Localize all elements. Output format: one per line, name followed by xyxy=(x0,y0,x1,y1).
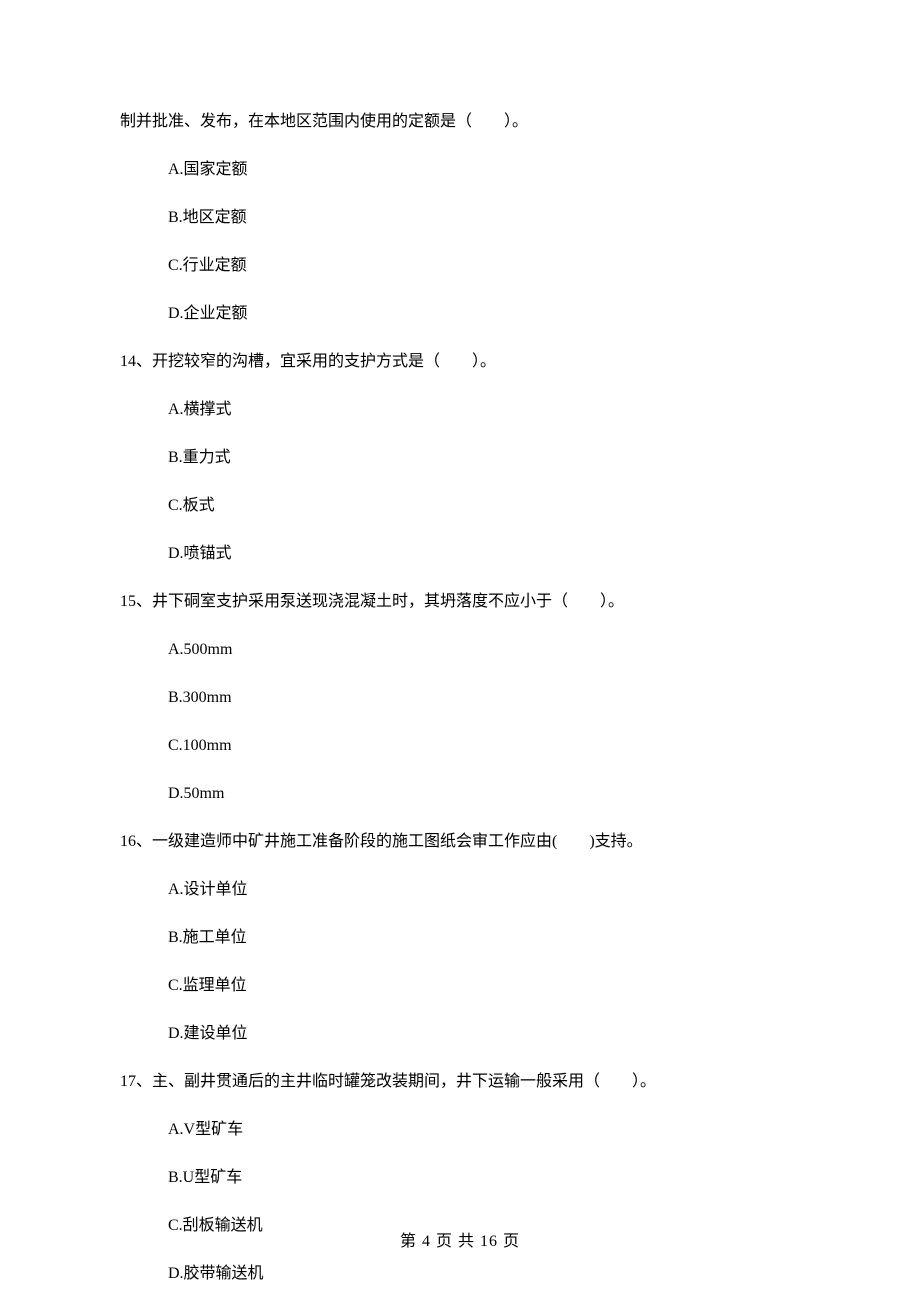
option-c: C.监理单位 xyxy=(168,974,800,998)
option-a: A.国家定额 xyxy=(168,158,800,182)
question-14-options: A.横撑式 B.重力式 C.板式 D.喷锚式 xyxy=(120,398,800,566)
question-15-options: A.500mm B.300mm C.100mm D.50mm xyxy=(120,638,800,806)
question-16-text: 16、一级建造师中矿井施工准备阶段的施工图纸会审工作应由( )支持。 xyxy=(120,830,800,854)
option-a: A.设计单位 xyxy=(168,878,800,902)
question-16: 16、一级建造师中矿井施工准备阶段的施工图纸会审工作应由( )支持。 A.设计单… xyxy=(120,830,800,1046)
option-b: B.施工单位 xyxy=(168,926,800,950)
option-a: A.V型矿车 xyxy=(168,1118,800,1142)
option-b: B.重力式 xyxy=(168,446,800,470)
option-b: B.地区定额 xyxy=(168,206,800,230)
option-d: D.喷锚式 xyxy=(168,542,800,566)
option-c: C.行业定额 xyxy=(168,254,800,278)
document-content: 制并批准、发布，在本地区范围内使用的定额是（ ）。 A.国家定额 B.地区定额 … xyxy=(0,0,920,1286)
question-14: 14、开挖较窄的沟槽，宜采用的支护方式是（ ）。 A.横撑式 B.重力式 C.板… xyxy=(120,350,800,566)
page-footer: 第 4 页 共 16 页 xyxy=(0,1230,920,1254)
option-d: D.建设单位 xyxy=(168,1022,800,1046)
option-b: B.U型矿车 xyxy=(168,1166,800,1190)
question-17-text: 17、主、副井贯通后的主井临时罐笼改装期间，井下运输一般采用（ ）。 xyxy=(120,1070,800,1094)
question-13-continuation: 制并批准、发布，在本地区范围内使用的定额是（ ）。 A.国家定额 B.地区定额 … xyxy=(120,110,800,326)
question-16-options: A.设计单位 B.施工单位 C.监理单位 D.建设单位 xyxy=(120,878,800,1046)
option-c: C.板式 xyxy=(168,494,800,518)
option-a: A.500mm xyxy=(168,638,800,662)
question-13-text: 制并批准、发布，在本地区范围内使用的定额是（ ）。 xyxy=(120,110,800,134)
question-17-options: A.V型矿车 B.U型矿车 C.刮板输送机 D.胶带输送机 xyxy=(120,1118,800,1286)
question-13-options: A.国家定额 B.地区定额 C.行业定额 D.企业定额 xyxy=(120,158,800,326)
question-14-text: 14、开挖较窄的沟槽，宜采用的支护方式是（ ）。 xyxy=(120,350,800,374)
question-15-text: 15、井下硐室支护采用泵送现浇混凝土时，其坍落度不应小于（ ）。 xyxy=(120,590,800,614)
option-b: B.300mm xyxy=(168,686,800,710)
option-a: A.横撑式 xyxy=(168,398,800,422)
option-c: C.100mm xyxy=(168,734,800,758)
option-d: D.企业定额 xyxy=(168,302,800,326)
question-15: 15、井下硐室支护采用泵送现浇混凝土时，其坍落度不应小于（ ）。 A.500mm… xyxy=(120,590,800,806)
option-d: D.50mm xyxy=(168,782,800,806)
option-d: D.胶带输送机 xyxy=(168,1262,800,1286)
